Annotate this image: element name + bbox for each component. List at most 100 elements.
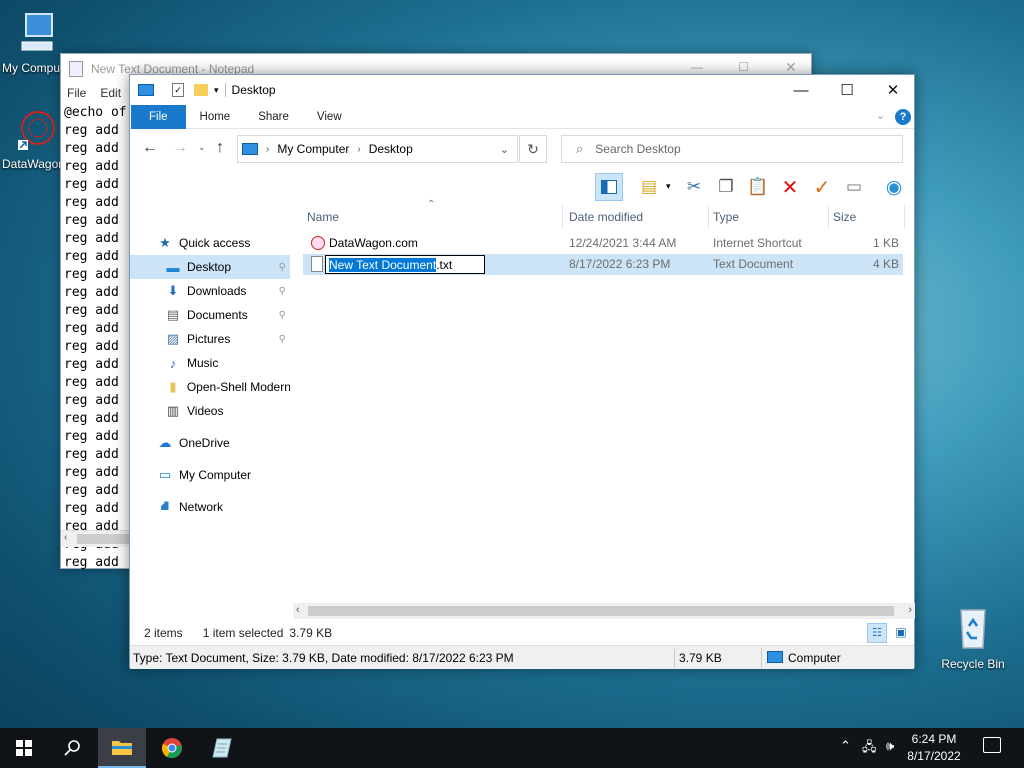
taskbar-chrome[interactable] [148,728,196,768]
preview-pane-icon[interactable] [595,173,623,201]
chevron-down-icon[interactable]: ▾ [666,181,671,192]
help-icon[interactable]: ? [895,109,911,125]
breadcrumb-separator-icon[interactable]: › [266,144,269,155]
internet-options-icon[interactable]: ◉ [880,173,908,201]
copy-icon[interactable]: ❐ [712,173,740,201]
notepad-line: reg add [64,213,119,228]
show-hidden-icons-icon[interactable]: ⌃ [840,738,851,754]
breadcrumb-root[interactable]: My Computer [277,142,349,156]
forward-arrow-icon[interactable]: → [172,139,188,157]
explorer-window[interactable]: ✓ ▾ Desktop — ☐ ✕ File Home Share View ⌄… [129,74,915,669]
column-header-name[interactable]: Name [293,205,563,229]
notepad-line: reg add [64,321,119,336]
new-item-icon[interactable]: ▤ [635,173,663,201]
nav-item-label: My Computer [179,468,252,482]
nav-item[interactable]: ⬇ Downloads ⚲ [130,279,290,303]
refresh-icon[interactable]: ↻ [519,135,547,163]
start-button[interactable] [0,728,48,768]
breadcrumb-separator-icon[interactable]: › [357,144,360,155]
menu-edit[interactable]: Edit [100,86,121,100]
status-size: 3.79 KB [679,651,722,665]
column-header-size[interactable]: Size [829,205,905,229]
minimize-button[interactable]: — [778,75,824,105]
close-button[interactable]: ✕ [870,75,916,105]
nav-item[interactable]: ☁ OneDrive [130,431,290,455]
star-icon: ★ [159,235,171,250]
properties-icon[interactable]: ▭ [840,173,868,201]
rename-icon[interactable]: ✓ [808,173,836,201]
breadcrumb-current[interactable]: Desktop [369,142,413,156]
notepad-line: reg add [64,411,119,426]
pin-icon[interactable]: ⚲ [279,310,286,321]
desktop-icon-recycle-bin[interactable]: Recycle Bin [935,604,1011,671]
taskbar-file-explorer[interactable] [98,728,146,768]
pin-icon[interactable]: ⚲ [279,334,286,345]
chevron-down-icon[interactable]: ▾ [214,85,219,96]
maximize-button[interactable]: ☐ [824,75,870,105]
notepad-horizontal-scrollbar[interactable]: ‹ [61,530,133,547]
notifications-icon[interactable] [983,737,1001,753]
volume-icon[interactable]: 🕪 [886,738,894,754]
column-header-date[interactable]: Date modified [563,205,709,229]
ribbon-expand-icon[interactable]: ⌄ [876,109,885,122]
nav-item[interactable]: ▥ Videos [130,399,290,423]
clock-date: 8/17/2022 [907,749,961,763]
notepad-text-area[interactable]: @echo of reg add reg add reg add reg add reg … [64,104,134,582]
search-button[interactable] [48,728,96,768]
pin-icon[interactable]: ⚲ [279,262,286,273]
search-box[interactable]: ⌕ Search Desktop [561,135,903,163]
nav-item[interactable]: ▤ Documents ⚲ [130,303,290,327]
nav-item[interactable]: ★ Quick access [130,231,290,255]
file-list-horizontal-scrollbar[interactable]: ‹ › [293,603,915,619]
nav-item[interactable]: ♪ Music [130,351,290,375]
nav-item[interactable]: ▮ Open-Shell Modern [130,375,290,399]
scroll-thumb[interactable] [308,606,894,616]
file-list[interactable]: ⌃ Name Date modified Type Size DataWagon… [293,199,915,605]
taskbar: ⌃ 🖧 🕪 6:24 PM 8/17/2022 [0,728,1024,768]
nav-item[interactable]: ⛘ Network [130,495,290,519]
recent-locations-icon[interactable]: ⌄ [198,142,206,153]
explorer-titlebar[interactable]: ✓ ▾ Desktop — ☐ ✕ [130,75,914,105]
tab-file[interactable]: File [131,104,186,129]
scroll-right-icon[interactable]: › [908,604,912,616]
tab-share[interactable]: Share [244,105,303,129]
menu-file[interactable]: File [67,86,86,100]
address-bar[interactable]: › My Computer › Desktop ⌄ [237,135,518,163]
tab-view[interactable]: View [303,105,356,129]
file-row[interactable]: DataWagon.com 12/24/2021 3:44 AM Interne… [303,233,903,254]
paste-icon[interactable]: 📋 [744,173,772,201]
network-icon[interactable]: 🖧 [862,738,877,760]
downloads-icon: ⬇ [167,283,179,298]
notepad-line: reg add [64,249,119,264]
new-folder-icon[interactable] [194,84,208,96]
scroll-left-icon[interactable]: ‹ [296,604,300,616]
rename-input[interactable]: New Text Document .txt [325,255,485,274]
maximize-icon[interactable]: ☐ [738,60,749,74]
nav-item[interactable]: ▭ My Computer [130,463,290,487]
delete-icon[interactable]: ✕ [776,173,804,201]
file-type: Text Document [713,257,794,271]
scroll-thumb[interactable] [77,534,131,544]
taskbar-notepad[interactable] [198,728,246,768]
large-icons-view-icon[interactable]: ▣ [891,623,911,643]
nav-item[interactable]: ▬ Desktop ⚲ [130,255,290,279]
notepad-line: @echo of [64,105,127,120]
clock[interactable]: 6:24 PM 8/17/2022 [902,731,966,765]
file-row-selected[interactable]: New Text Document .txt 8/17/2022 6:23 PM … [303,254,903,275]
pin-icon[interactable]: ⚲ [279,286,286,297]
scroll-left-icon[interactable]: ‹ [64,532,67,543]
cut-icon[interactable]: ✂ [680,173,708,201]
pictures-icon: ▨ [166,331,180,346]
address-dropdown-icon[interactable]: ⌄ [500,143,509,156]
up-arrow-icon[interactable]: ↑ [216,139,224,157]
nav-item-label: Documents [187,308,248,322]
minimize-icon[interactable]: — [691,60,703,74]
back-arrow-icon[interactable]: ← [142,139,158,157]
column-header-type[interactable]: Type [709,205,829,229]
nav-item[interactable]: ▨ Pictures ⚲ [130,327,290,351]
details-view-icon[interactable]: ☷ [867,623,887,643]
properties-icon[interactable]: ✓ [172,83,184,97]
tab-home[interactable]: Home [186,105,245,129]
notepad-line: reg add [64,285,119,300]
search-placeholder: Search Desktop [595,142,681,156]
